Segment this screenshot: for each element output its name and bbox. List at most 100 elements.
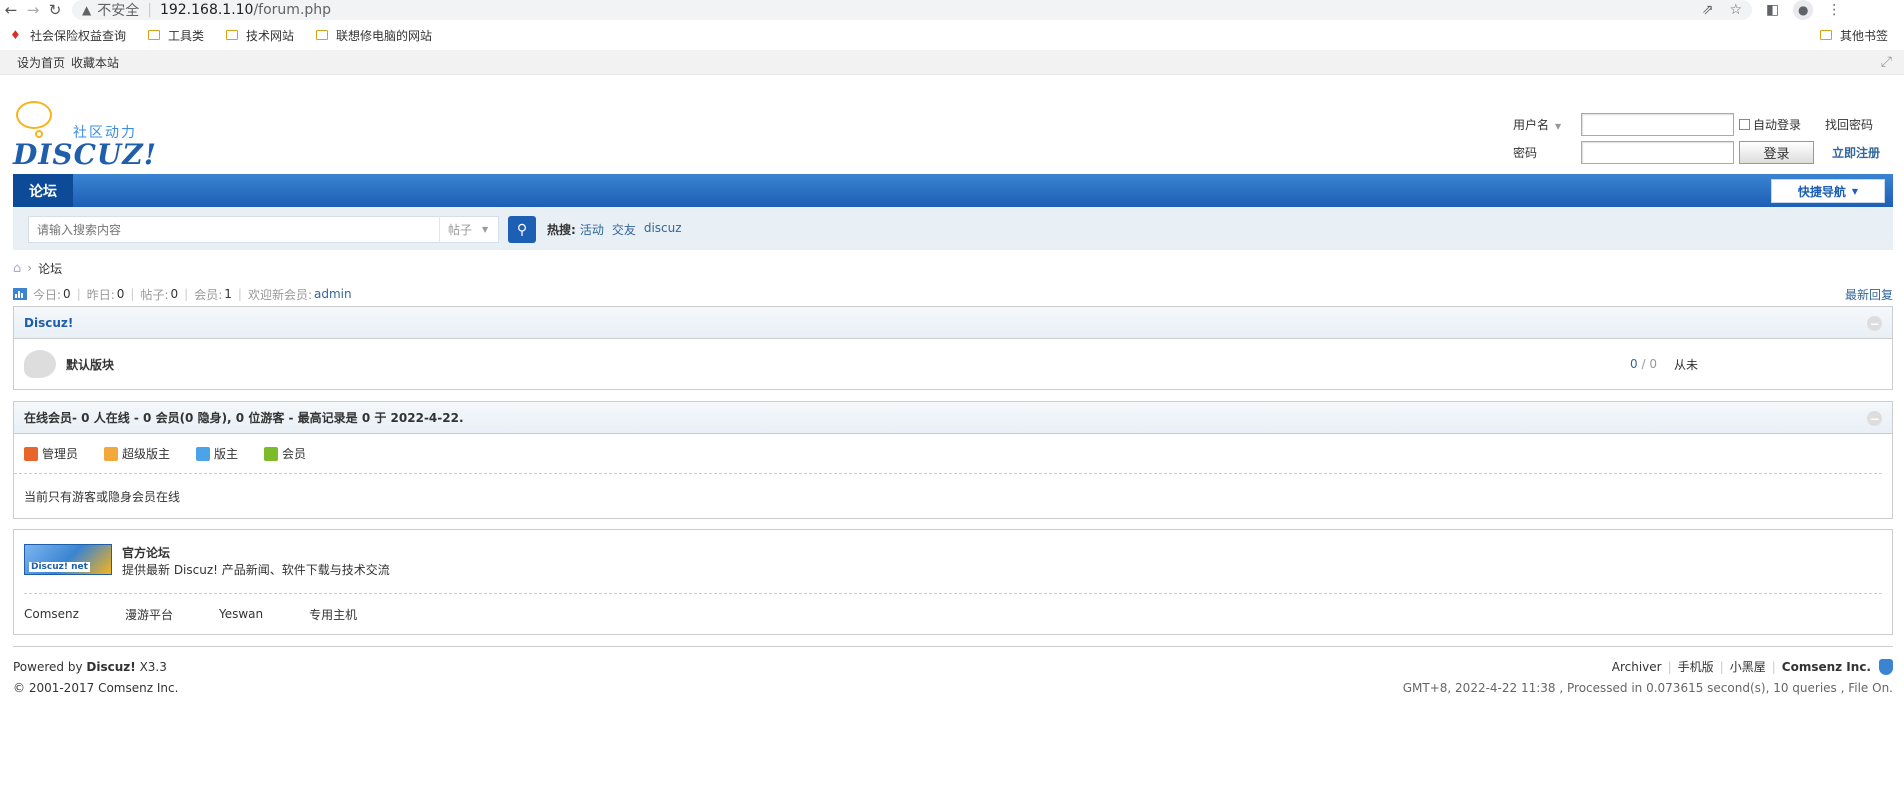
text-link[interactable]: 漫游平台 [125, 606, 173, 623]
text-link[interactable]: Yeswan [219, 607, 263, 621]
quick-nav-button[interactable]: 快捷导航 ▼ [1771, 179, 1885, 203]
forum-stats: 今日: 0 | 昨日: 0 | 帖子: 0 | 会员: 1 | 欢迎新会员: admin … [13, 285, 1893, 303]
legend-moderator: 版主 [196, 445, 238, 462]
breadcrumb-current: 论坛 [38, 261, 63, 276]
latest-reply-link[interactable]: 最新回复 [1845, 286, 1893, 303]
discuz-link[interactable]: Discuz! [86, 660, 135, 674]
password-input[interactable] [1581, 140, 1734, 164]
find-password-link[interactable]: 找回密码 [1825, 116, 1873, 133]
search-input[interactable] [29, 217, 441, 242]
chevron-down-icon: ▼ [482, 225, 489, 234]
folder-icon [1819, 30, 1832, 40]
reload-icon[interactable]: ↻ [44, 0, 66, 20]
moderator-user-icon [196, 446, 211, 461]
text-link[interactable]: 专用主机 [309, 606, 357, 623]
top-toolbar: 设为首页 收藏本站 ⤢ [0, 50, 1904, 75]
logo-brand: DISCUZ! [13, 138, 158, 171]
new-member-link[interactable]: admin [314, 287, 352, 301]
warning-icon[interactable]: ▲ [82, 3, 91, 17]
mobile-link[interactable]: 手机版 [1678, 658, 1714, 675]
chevron-right-icon: › [27, 261, 33, 275]
breadcrumb: ⌂ › 论坛 [13, 259, 62, 277]
search-bar: 帖子▼ ⚲ 热搜: 活动 交友 discuz [13, 207, 1893, 250]
forum-category: Discuz! − 默认版块 0 / 0 从未 [13, 306, 1893, 390]
password-label: 密码 [1513, 145, 1538, 160]
search-button[interactable]: ⚲ [508, 216, 536, 243]
header: 社区动力 DISCUZ! 用户名 ▼ 自动登录 找回密码 密码 登录 立即注册 [13, 100, 1893, 172]
username-type-select[interactable]: 用户名 ▼ [1513, 116, 1581, 133]
insecure-label: 不安全 [97, 3, 140, 19]
shield-icon[interactable] [1879, 658, 1893, 675]
set-home-link[interactable]: 设为首页 [17, 54, 65, 71]
stats-chart-icon[interactable] [13, 288, 27, 300]
bookmark-site-link[interactable]: 收藏本站 [71, 54, 119, 71]
legend-super-mod: 超级版主 [104, 445, 170, 462]
hot-search-link[interactable]: 活动 [580, 221, 604, 238]
discuz-net-logo[interactable]: Discuz! net [24, 544, 112, 575]
chevron-down-icon: ▼ [1851, 186, 1859, 196]
forward-icon[interactable]: → [22, 0, 44, 20]
collapse-icon[interactable]: − [1867, 411, 1882, 426]
bookmark-folder[interactable]: 技术网站 [226, 27, 294, 44]
url-path: /forum.php [253, 2, 332, 18]
bookmark-item[interactable]: ♦ 社会保险权益查询 [10, 27, 126, 44]
forum-bubble-icon [24, 350, 56, 378]
processed-info: GMT+8, 2022-4-22 11:38 , Processed in 0.… [1402, 681, 1893, 695]
forum-thread-count: 0 / 0 [1630, 357, 1657, 371]
bookmark-folder[interactable]: 联想修电脑的网站 [316, 27, 432, 44]
super-moderator-user-icon [104, 446, 119, 461]
company-link[interactable]: Comsenz Inc. [1782, 660, 1871, 674]
search-type-select[interactable]: 帖子 ▼ [439, 216, 499, 243]
bookmark-folder[interactable]: 工具类 [148, 27, 204, 44]
footer-links: Archiver | 手机版 | 小黑屋 | Comsenz Inc. [1612, 658, 1893, 675]
site-logo[interactable]: 社区动力 DISCUZ! [13, 100, 156, 172]
other-bookmarks[interactable]: 其他书签 [1819, 27, 1892, 44]
sidepanel-icon[interactable]: ◧ [1766, 2, 1779, 18]
back-icon[interactable]: ← [0, 0, 22, 20]
official-forum-link[interactable]: 官方论坛 [122, 544, 170, 561]
text-link[interactable]: Comsenz [24, 607, 79, 621]
collapse-icon[interactable]: − [1867, 316, 1882, 331]
home-icon[interactable]: ⌂ [13, 261, 21, 276]
forum-name-link[interactable]: 默认版块 [66, 356, 114, 373]
category-link[interactable]: Discuz! [24, 316, 73, 330]
online-members: 在线会员 - 0 人在线 - 0 会员(0 隐身), 0 位游客 - 最高记录是… [13, 401, 1893, 519]
copyright: © 2001-2017 Comsenz Inc. [13, 681, 179, 695]
footer-divider [13, 646, 1893, 647]
member-user-icon [264, 446, 279, 461]
username-input[interactable] [1581, 112, 1734, 136]
comsenz-link[interactable]: Comsenz Inc. [98, 681, 178, 695]
chevron-down-icon: ▼ [1555, 121, 1562, 131]
folder-icon [226, 30, 239, 40]
login-button[interactable]: 登录 [1739, 140, 1814, 164]
share-icon[interactable]: ⇗ [1702, 2, 1714, 18]
friend-links: Discuz! net 官方论坛 提供最新 Discuz! 产品新闻、软件下载与… [13, 529, 1893, 635]
search-icon: ⚲ [516, 221, 528, 238]
login-form: 用户名 ▼ 自动登录 找回密码 密码 登录 立即注册 [1513, 112, 1893, 168]
hot-search-link[interactable]: discuz [644, 221, 682, 238]
hot-search: 热搜: 活动 交友 discuz [547, 221, 682, 238]
folder-icon [316, 30, 329, 40]
profile-avatar[interactable]: ● [1793, 0, 1814, 20]
star-icon[interactable]: ☆ [1729, 2, 1742, 18]
online-title[interactable]: 在线会员 [24, 409, 72, 426]
admin-user-icon [24, 446, 38, 461]
hot-search-link[interactable]: 交友 [612, 221, 636, 238]
main-nav: 论坛 快捷导航 ▼ [13, 174, 1893, 207]
online-message: 当前只有游客或隐身会员在线 [24, 489, 181, 504]
official-forum-desc: 提供最新 Discuz! 产品新闻、软件下载与技术交流 [122, 563, 390, 577]
browser-toolbar: ← → ↻ ▲ 不安全 | 192.168.1.10/forum.php ⇗ ☆… [0, 0, 1904, 20]
darkroom-link[interactable]: 小黑屋 [1730, 658, 1766, 675]
forum-last-post: 从未 [1674, 357, 1699, 372]
auto-login-checkbox[interactable]: 自动登录 [1739, 116, 1801, 133]
menu-icon[interactable]: ⋮ [1827, 2, 1841, 18]
online-header: 在线会员 - 0 人在线 - 0 会员(0 隐身), 0 位游客 - 最高记录是… [14, 402, 1892, 434]
address-bar[interactable]: ▲ 不安全 | 192.168.1.10/forum.php ⇗ ☆ [72, 0, 1752, 20]
legend-member: 会员 [264, 445, 306, 462]
archiver-link[interactable]: Archiver [1612, 660, 1662, 674]
expand-icon[interactable]: ⤢ [1881, 54, 1892, 70]
register-link[interactable]: 立即注册 [1832, 144, 1880, 161]
legend-admin: 管理员 [24, 445, 78, 462]
tab-forum[interactable]: 论坛 [13, 174, 73, 207]
category-header: Discuz! − [14, 307, 1892, 339]
